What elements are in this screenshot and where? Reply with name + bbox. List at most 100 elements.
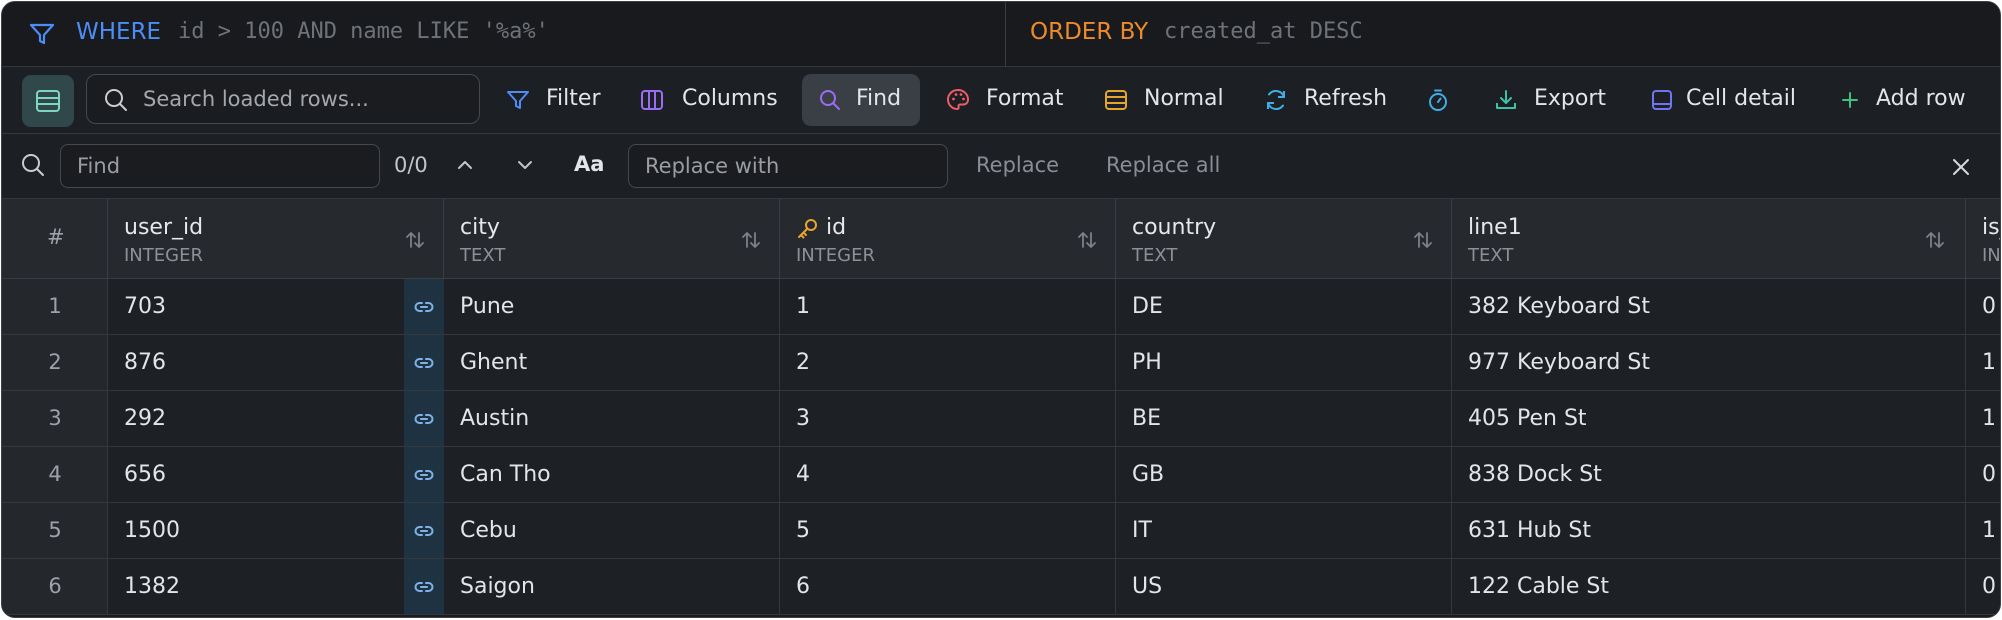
cell-is[interactable]: 0 bbox=[1966, 279, 2000, 335]
row-number-value: 6 bbox=[48, 574, 62, 598]
link-icon bbox=[414, 470, 434, 480]
cell-city[interactable]: Can Tho bbox=[444, 447, 780, 503]
column-header-user-id[interactable]: user_id INTEGER bbox=[108, 199, 444, 279]
add-row-button[interactable]: Add row bbox=[1838, 74, 1974, 126]
find-input[interactable] bbox=[60, 144, 380, 188]
column-header-line1[interactable]: line1 TEXT bbox=[1452, 199, 1966, 279]
cell-id[interactable]: 2 bbox=[780, 335, 1116, 391]
cell-is-value: 0 bbox=[1982, 574, 1996, 599]
foreign-key-link[interactable] bbox=[404, 279, 444, 335]
cell-user-id[interactable]: 1500 bbox=[108, 503, 444, 559]
cell-user-id[interactable]: 656 bbox=[108, 447, 444, 503]
cell-line1[interactable]: 977 Keyboard St bbox=[1452, 335, 1966, 391]
row-number-header: # bbox=[2, 199, 108, 279]
cell-country[interactable]: US bbox=[1116, 559, 1452, 615]
sort-icon[interactable] bbox=[1924, 229, 1946, 251]
export-button[interactable]: Export bbox=[1494, 74, 1614, 126]
grid-icon bbox=[36, 90, 60, 112]
columns-button[interactable]: Columns bbox=[640, 74, 780, 126]
refresh-button[interactable]: Refresh bbox=[1264, 74, 1388, 126]
replace-button[interactable]: Replace bbox=[976, 153, 1059, 177]
cell-country[interactable]: BE bbox=[1116, 391, 1452, 447]
sort-icon[interactable] bbox=[1076, 229, 1098, 251]
cell-is[interactable]: 1 bbox=[1966, 335, 2000, 391]
find-button[interactable]: Find bbox=[802, 74, 920, 126]
cell-city[interactable]: Pune bbox=[444, 279, 780, 335]
search-icon bbox=[105, 89, 127, 111]
foreign-key-link[interactable] bbox=[404, 391, 444, 447]
replace-all-button[interactable]: Replace all bbox=[1106, 153, 1220, 177]
column-header-id[interactable]: id INTEGER bbox=[780, 199, 1116, 279]
cell-is[interactable]: 1 bbox=[1966, 503, 2000, 559]
sort-icon[interactable] bbox=[740, 229, 762, 251]
cell-country[interactable]: GB bbox=[1116, 447, 1452, 503]
data-grid-window: WHERE id > 100 AND name LIKE '%a%' ORDER… bbox=[1, 1, 2001, 618]
refresh-label: Refresh bbox=[1304, 86, 1388, 111]
cell-id[interactable]: 5 bbox=[780, 503, 1116, 559]
cell-city[interactable]: Cebu bbox=[444, 503, 780, 559]
cell-is[interactable]: 1 bbox=[1966, 391, 2000, 447]
match-case-toggle[interactable]: Aa bbox=[574, 152, 604, 176]
table-row[interactable]: 5 1500 Cebu 5 IT 631 Hub St 1 bbox=[2, 503, 2000, 559]
foreign-key-link[interactable] bbox=[404, 559, 444, 615]
foreign-key-link[interactable] bbox=[404, 447, 444, 503]
cell-line1[interactable]: 631 Hub St bbox=[1452, 503, 1966, 559]
density-button[interactable]: Normal bbox=[1104, 74, 1228, 126]
table-row[interactable]: 2 876 Ghent 2 PH 977 Keyboard St 1 bbox=[2, 335, 2000, 391]
key-icon bbox=[798, 219, 817, 239]
close-icon[interactable] bbox=[1950, 156, 1972, 178]
format-button[interactable]: Format bbox=[946, 74, 1066, 126]
cell-id[interactable]: 6 bbox=[780, 559, 1116, 615]
cell-is[interactable]: 0 bbox=[1966, 447, 2000, 503]
foreign-key-link[interactable] bbox=[404, 503, 444, 559]
cell-line1[interactable]: 838 Dock St bbox=[1452, 447, 1966, 503]
cell-city[interactable]: Saigon bbox=[444, 559, 780, 615]
chevron-up-icon[interactable] bbox=[454, 154, 476, 176]
cell-user-id-value: 292 bbox=[124, 406, 166, 431]
table-row[interactable]: 4 656 Can Tho 4 GB 838 Dock St 0 bbox=[2, 447, 2000, 503]
cell-city-value: Saigon bbox=[460, 574, 535, 599]
cell-line1[interactable]: 405 Pen St bbox=[1452, 391, 1966, 447]
cell-line1[interactable]: 382 Keyboard St bbox=[1452, 279, 1966, 335]
foreign-key-link[interactable] bbox=[404, 335, 444, 391]
search-rows-field[interactable] bbox=[86, 74, 480, 124]
cell-id[interactable]: 4 bbox=[780, 447, 1116, 503]
cell-user-id[interactable]: 876 bbox=[108, 335, 444, 391]
cell-detail-label: Cell detail bbox=[1686, 86, 1796, 111]
sort-icon[interactable] bbox=[1412, 229, 1434, 251]
column-header-country[interactable]: country TEXT bbox=[1116, 199, 1452, 279]
cell-city[interactable]: Austin bbox=[444, 391, 780, 447]
table-row[interactable]: 6 1382 Saigon 6 US 122 Cable St 0 bbox=[2, 559, 2000, 615]
match-count: 0/0 bbox=[394, 153, 428, 177]
search-input[interactable] bbox=[141, 83, 465, 115]
cell-city[interactable]: Ghent bbox=[444, 335, 780, 391]
where-input[interactable]: id > 100 AND name LIKE '%a%' bbox=[178, 19, 549, 44]
table-row[interactable]: 3 292 Austin 3 BE 405 Pen St 1 bbox=[2, 391, 2000, 447]
column-type: TEXT bbox=[460, 245, 506, 266]
cell-is[interactable]: 0 bbox=[1966, 559, 2000, 615]
cell-id[interactable]: 1 bbox=[780, 279, 1116, 335]
chevron-down-icon[interactable] bbox=[514, 154, 536, 176]
orderby-input[interactable]: created_at DESC bbox=[1164, 19, 1363, 44]
table-row[interactable]: 1 703 Pune 1 DE 382 Keyboard St 0 bbox=[2, 279, 2000, 335]
replace-input[interactable] bbox=[628, 144, 948, 188]
column-header-is[interactable]: is_ IN bbox=[1966, 199, 2000, 279]
cell-user-id[interactable]: 292 bbox=[108, 391, 444, 447]
row-number: 4 bbox=[2, 447, 108, 503]
filter-button[interactable]: Filter bbox=[506, 74, 606, 126]
timer-button[interactable] bbox=[1426, 74, 1456, 126]
cell-country[interactable]: PH bbox=[1116, 335, 1452, 391]
cell-country[interactable]: DE bbox=[1116, 279, 1452, 335]
column-header-city[interactable]: city TEXT bbox=[444, 199, 780, 279]
grid-view-button[interactable] bbox=[22, 75, 74, 127]
cell-country-value: IT bbox=[1132, 518, 1152, 543]
cell-user-id[interactable]: 1382 bbox=[108, 559, 444, 615]
cell-city-value: Ghent bbox=[460, 350, 528, 375]
cell-detail-button[interactable]: Cell detail bbox=[1650, 74, 1800, 126]
cell-user-id[interactable]: 703 bbox=[108, 279, 444, 335]
cell-id[interactable]: 3 bbox=[780, 391, 1116, 447]
cell-country[interactable]: IT bbox=[1116, 503, 1452, 559]
sort-icon[interactable] bbox=[404, 229, 426, 251]
cell-line1[interactable]: 122 Cable St bbox=[1452, 559, 1966, 615]
format-label: Format bbox=[986, 86, 1064, 111]
